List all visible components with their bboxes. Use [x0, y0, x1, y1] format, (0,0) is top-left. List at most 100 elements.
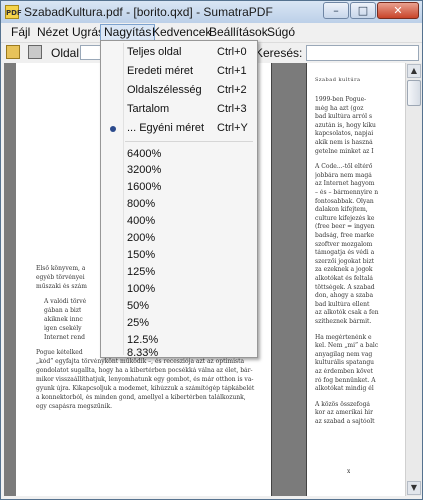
- right-text-line: még ha azt (goz: [315, 104, 364, 112]
- right-text-line: szítheznek bármit.: [315, 318, 372, 325]
- right-text-line: kel. Nem „mi” a balc: [315, 342, 379, 350]
- menu-item-label: Tartalom: [127, 103, 170, 115]
- right-text-line: kulturális spatangu: [315, 359, 375, 367]
- zoom-level-label: 6400%: [127, 148, 162, 160]
- zoom-level-label: 50%: [127, 300, 150, 312]
- right-text-line: jobbára nem magá: [315, 171, 372, 179]
- right-text-line: dalakon kifejtem,: [315, 206, 368, 214]
- menu-help[interactable]: Súgó: [264, 25, 298, 40]
- menu-item-shortcut: Ctrl+3: [217, 103, 247, 115]
- zoom-level-label: 800%: [127, 198, 156, 210]
- menu-item-fit-content[interactable]: Tartalom Ctrl+3: [103, 100, 255, 119]
- left-line-1: Első könyvem, a: [36, 265, 86, 272]
- app-window: PDF SzabadKultura.pdf - [borito.qxd] - S…: [0, 0, 423, 500]
- menu-item-shortcut: Ctrl+2: [217, 84, 247, 96]
- left-line-7: igen csekély: [44, 325, 82, 332]
- left-line-6: akiknek innc: [44, 316, 83, 323]
- right-text-line: alkotókat mindig él: [315, 385, 374, 393]
- menu-item-fit-page[interactable]: Teljes oldal Ctrl+0: [103, 43, 255, 62]
- right-text-line: kapcsolatos, napjai: [315, 130, 374, 138]
- right-text-line: szerzői jogokat bizt: [315, 257, 375, 265]
- print-icon[interactable]: [28, 45, 42, 59]
- zoom-level-label: 400%: [127, 215, 156, 227]
- left-line-3: műszaki és szám: [36, 283, 87, 290]
- right-text-line: alkotókat és feltalá: [315, 275, 374, 282]
- left-line-11: gondolatot sugallta, hogy ha a kibertérb…: [36, 367, 253, 374]
- zoom-level-label: 125%: [127, 266, 156, 278]
- menu-item-label: Eredeti méret: [127, 65, 194, 77]
- menu-favorites[interactable]: Kedvencek: [149, 25, 214, 40]
- left-line-14: a konnektorból, és minden gond, amellyel…: [36, 394, 246, 401]
- right-text-line: bad kultúra ellent: [315, 300, 370, 308]
- scrollbar-thumb[interactable]: [407, 80, 421, 106]
- right-text-line: badság, free marke: [315, 232, 374, 239]
- right-text-line: bad kultúra arról s: [315, 113, 373, 121]
- left-line-5: gában a bizt: [44, 307, 82, 314]
- search-label: Keresés:: [255, 46, 303, 60]
- right-text-line: töttségek. A szabad: [315, 283, 375, 291]
- page-number-input[interactable]: [80, 45, 102, 60]
- menu-item-label: Teljes oldal: [127, 46, 182, 58]
- close-button[interactable]: ✕: [377, 2, 419, 19]
- sumatrapdf-app-icon[interactable]: PDF: [5, 5, 22, 19]
- zoom-level-label: 3200%: [127, 164, 162, 176]
- window-title: SzabadKultura.pdf - [borito.qxd] - Sumat…: [24, 5, 273, 19]
- zoom-level-label: 1600%: [127, 181, 162, 193]
- menu-item-label: ... Egyéni méret: [127, 122, 205, 134]
- zoom-level-label: 12.5%: [127, 334, 159, 346]
- scroll-down-arrow-icon[interactable]: ▼: [407, 481, 421, 495]
- zoom-level-label: 100%: [127, 283, 156, 295]
- right-text-line: az alkotók csak a fen: [315, 309, 379, 317]
- zoom-level-8-33[interactable]: 8.33%: [103, 347, 255, 359]
- document-page-right: Szabad kultúra 1999-ben Pogue-még ha azt…: [306, 63, 405, 496]
- right-text-line: az Internet hagyom: [315, 180, 375, 188]
- menu-item-custom-zoom[interactable]: ... Egyéni méret Ctrl+Y: [103, 119, 255, 138]
- right-text-line: az szabad a sajtóolt: [315, 418, 375, 425]
- menu-item-actual-size[interactable]: Eredeti méret Ctrl+1: [103, 62, 255, 81]
- minimize-button[interactable]: –: [323, 2, 349, 19]
- right-text-line: don, ahogy a szaba: [315, 292, 374, 300]
- title-bar[interactable]: PDF SzabadKultura.pdf - [borito.qxd] - S…: [1, 1, 422, 23]
- search-input[interactable]: [306, 45, 419, 61]
- menu-item-fit-width[interactable]: Oldalszélesség Ctrl+2: [103, 81, 255, 100]
- right-text-line: kor az amerikai hir: [315, 409, 373, 417]
- right-text-line: fontosabbak. Olyan: [315, 197, 374, 205]
- vertical-scrollbar[interactable]: ▲ ▼: [405, 63, 422, 496]
- left-line-2: egyéb törvényei: [36, 274, 85, 281]
- right-text-line: getelne minket az I: [315, 147, 374, 155]
- running-header: Szabad kultúra: [315, 77, 361, 83]
- menu-item-shortcut: Ctrl+1: [217, 65, 247, 77]
- maximize-button[interactable]: □: [350, 2, 376, 19]
- left-line-15: egy csapásra megszűnik.: [36, 403, 113, 410]
- right-text-line: támogatja és védi a: [315, 249, 375, 257]
- right-text-line: azután is, hogy kiku: [315, 121, 376, 129]
- menu-item-shortcut: Ctrl+0: [217, 46, 247, 58]
- menu-separator: [125, 141, 253, 142]
- menu-item-label: Oldalszélesség: [127, 84, 202, 96]
- right-text-line: anyagilag nem vag: [315, 350, 373, 358]
- window-controls: – □ ✕: [322, 2, 419, 19]
- open-folder-icon[interactable]: [6, 45, 20, 59]
- left-line-12: mikor visszaállíthatjuk, lenyomhatunk eg…: [36, 376, 254, 383]
- zoom-dropdown-menu: Teljes oldal Ctrl+0 Eredeti méret Ctrl+1…: [100, 40, 258, 359]
- menu-zoom[interactable]: Nagyítás: [100, 24, 156, 41]
- right-text-line: akik nem is haszná: [315, 139, 373, 146]
- left-line-10: „kód” egyfajta törvénykönt működik –, és…: [36, 358, 245, 365]
- right-text-line: 1999-ben Pogue-: [315, 96, 367, 103]
- page-label: Oldal:: [51, 46, 83, 60]
- radio-bullet-icon: [110, 126, 116, 132]
- right-text-line: za ezeknek a jogok: [315, 266, 373, 274]
- menu-view[interactable]: Nézet: [34, 25, 71, 40]
- menu-item-shortcut: Ctrl+Y: [217, 122, 248, 134]
- right-text-line: – és – bármennyire n: [315, 189, 379, 196]
- right-text-line: az érdemben követ: [315, 368, 373, 375]
- zoom-level-label: 25%: [127, 317, 150, 329]
- right-text-line: A közös összefogá: [315, 400, 370, 408]
- scroll-up-arrow-icon[interactable]: ▲: [407, 64, 421, 78]
- menu-file[interactable]: Fájl: [8, 25, 33, 40]
- right-text-line: szoftver mozgalom: [315, 240, 373, 248]
- menu-settings[interactable]: Beállítások: [206, 25, 271, 40]
- zoom-level-label: 200%: [127, 232, 156, 244]
- right-text-line: A Code...-től eltérő: [315, 163, 373, 171]
- right-text-line: Ha megértenénk e: [315, 333, 372, 341]
